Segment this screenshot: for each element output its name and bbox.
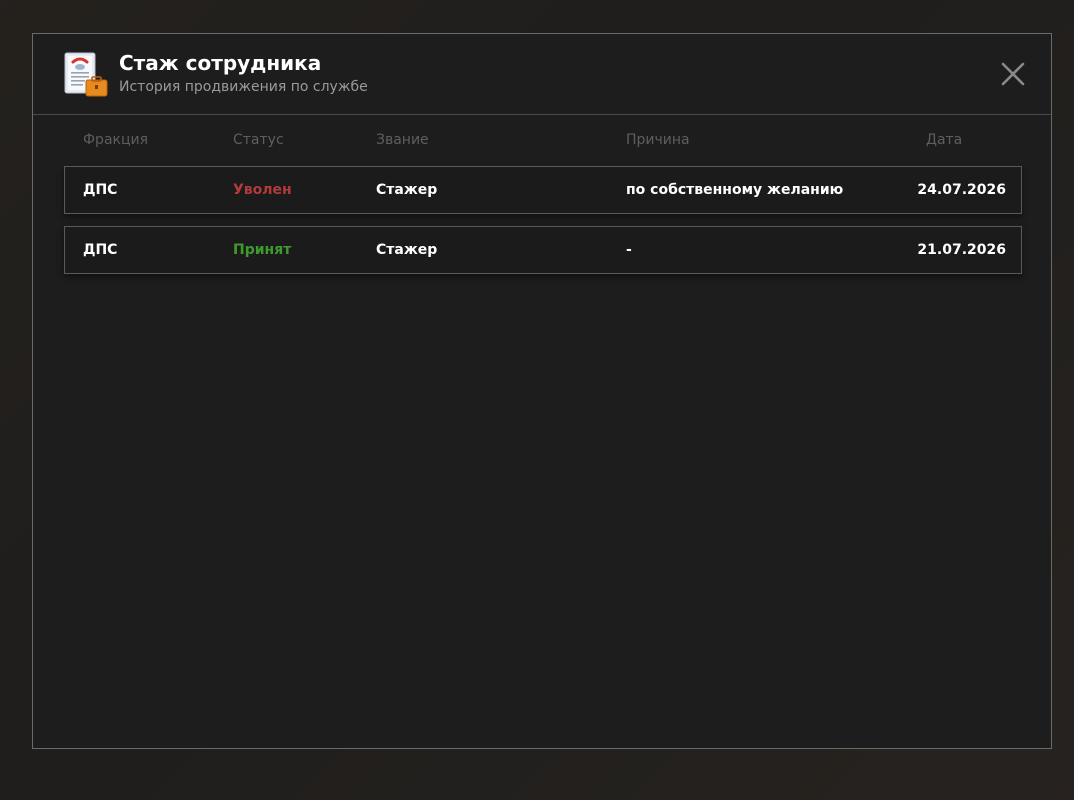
modal-header: Стаж сотрудника История продвижения по с…: [33, 34, 1051, 115]
cell-status: Принят: [233, 242, 292, 258]
cell-date: 21.07.2026: [917, 242, 1006, 258]
cell-rank: Стажер: [376, 242, 438, 258]
cell-faction: ДПС: [83, 242, 118, 258]
table-header: Фракция Статус Звание Причина Дата: [33, 131, 1051, 151]
modal-title: Стаж сотрудника: [119, 51, 322, 75]
cell-status: Уволен: [233, 182, 292, 198]
column-header-reason: Причина: [626, 132, 690, 148]
cell-reason: по собственному желанию: [626, 182, 844, 198]
close-icon[interactable]: [1001, 62, 1025, 86]
seniority-modal: Стаж сотрудника История продвижения по с…: [32, 33, 1052, 749]
modal-subtitle: История продвижения по службе: [119, 79, 368, 95]
column-header-date: Дата: [926, 132, 963, 148]
table-row: ДПС Уволен Стажер по собственному желани…: [64, 166, 1022, 214]
column-header-rank: Звание: [376, 132, 429, 148]
column-header-faction: Фракция: [83, 132, 149, 148]
cell-reason: -: [626, 242, 632, 258]
cell-faction: ДПС: [83, 182, 118, 198]
cell-rank: Стажер: [376, 182, 438, 198]
column-header-status: Статус: [233, 132, 284, 148]
table-row: ДПС Принят Стажер - 21.07.2026: [64, 226, 1022, 274]
cell-date: 24.07.2026: [917, 182, 1006, 198]
document-briefcase-icon: [63, 52, 109, 98]
